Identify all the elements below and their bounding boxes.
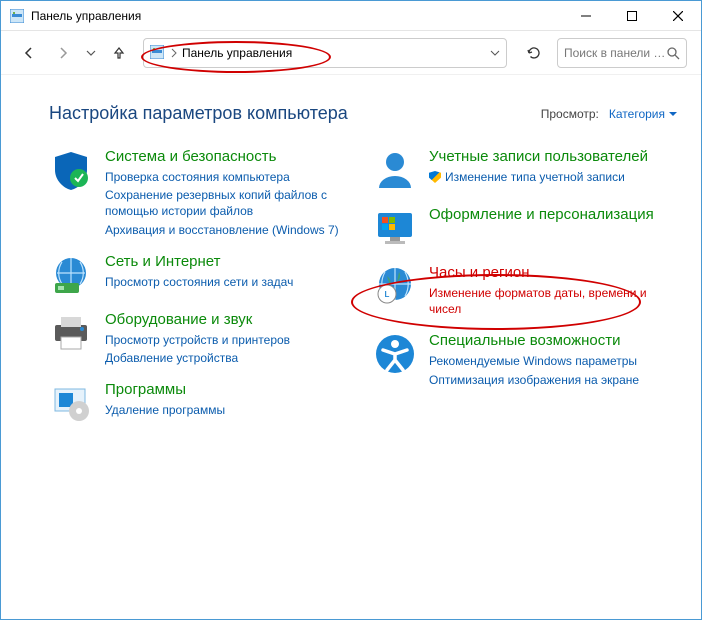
category-link[interactable]: Сохранение резервных копий файлов с помо…	[105, 186, 353, 220]
category-clock: L Часы и регион Изменение форматов даты,…	[373, 264, 677, 318]
category-title[interactable]: Сеть и Интернет	[105, 253, 293, 271]
window-title: Панель управления	[31, 9, 141, 23]
category-link[interactable]: Рекомендуемые Windows параметры	[429, 352, 639, 370]
category-link[interactable]: Удаление программы	[105, 401, 225, 419]
back-button[interactable]	[15, 39, 43, 67]
content-header: Настройка параметров компьютера Просмотр…	[49, 103, 677, 124]
category-link[interactable]: Просмотр устройств и принтеров	[105, 331, 290, 349]
navbar: Панель управления Поиск в панели у...	[1, 31, 701, 75]
search-icon	[666, 46, 680, 60]
category-ease: Специальные возможности Рекомендуемые Wi…	[373, 332, 677, 388]
svg-text:L: L	[385, 290, 390, 299]
category-appearance: Оформление и персонализация	[373, 206, 677, 250]
programs-icon	[49, 381, 93, 425]
category-network: Сеть и Интернет Просмотр состояния сети …	[49, 253, 353, 297]
close-button[interactable]	[655, 1, 701, 31]
category-title[interactable]: Оформление и персонализация	[429, 206, 654, 224]
category-link[interactable]: Оптимизация изображения на экране	[429, 371, 639, 389]
breadcrumb[interactable]: Панель управления	[182, 46, 292, 60]
category-title[interactable]: Система и безопасность	[105, 148, 353, 166]
category-link[interactable]: Архивация и восстановление (Windows 7)	[105, 221, 353, 239]
category-hardware: Оборудование и звук Просмотр устройств и…	[49, 311, 353, 367]
category-link[interactable]: Изменение типа учетной записи	[429, 168, 648, 186]
category-title[interactable]: Часы и регион	[429, 264, 677, 282]
control-panel-icon	[9, 8, 25, 24]
right-column: Учетные записи пользователей Изменение т…	[373, 148, 677, 439]
category-title[interactable]: Учетные записи пользователей	[429, 148, 648, 166]
left-column: Система и безопасность Проверка состояни…	[49, 148, 353, 439]
refresh-button[interactable]	[519, 38, 549, 68]
category-link[interactable]: Проверка состояния компьютера	[105, 168, 353, 186]
control-panel-icon	[150, 45, 166, 61]
address-bar[interactable]: Панель управления	[143, 38, 507, 68]
category-link[interactable]: Просмотр состояния сети и задач	[105, 273, 293, 291]
category-programs: Программы Удаление программы	[49, 381, 353, 425]
globe-icon	[49, 253, 93, 297]
view-label: Просмотр:	[541, 107, 599, 121]
category-title[interactable]: Программы	[105, 381, 225, 399]
search-input[interactable]: Поиск в панели у...	[557, 38, 687, 68]
category-title[interactable]: Специальные возможности	[429, 332, 639, 350]
category-title[interactable]: Оборудование и звук	[105, 311, 290, 329]
user-icon	[373, 148, 417, 192]
address-dropdown[interactable]	[490, 48, 500, 58]
titlebar: Панель управления	[1, 1, 701, 31]
monitor-icon	[373, 206, 417, 250]
search-placeholder: Поиск в панели у...	[564, 46, 666, 60]
content: Настройка параметров компьютера Просмотр…	[1, 75, 701, 459]
up-button[interactable]	[105, 39, 133, 67]
page-title: Настройка параметров компьютера	[49, 103, 348, 124]
printer-icon	[49, 311, 93, 355]
minimize-button[interactable]	[563, 1, 609, 31]
breadcrumb-separator	[170, 48, 178, 58]
accessibility-icon	[373, 332, 417, 376]
category-security: Система и безопасность Проверка состояни…	[49, 148, 353, 239]
maximize-button[interactable]	[609, 1, 655, 31]
clock-globe-icon: L	[373, 264, 417, 308]
view-selector: Просмотр: Категория	[541, 107, 677, 121]
view-dropdown[interactable]: Категория	[609, 107, 677, 121]
forward-button[interactable]	[49, 39, 77, 67]
category-grid: Система и безопасность Проверка состояни…	[49, 148, 677, 439]
category-link[interactable]: Изменение форматов даты, времени и чисел	[429, 284, 677, 318]
recent-dropdown[interactable]	[83, 39, 99, 67]
category-users: Учетные записи пользователей Изменение т…	[373, 148, 677, 192]
category-link[interactable]: Добавление устройства	[105, 349, 290, 367]
window-controls	[563, 1, 701, 31]
shield-icon	[49, 148, 93, 192]
